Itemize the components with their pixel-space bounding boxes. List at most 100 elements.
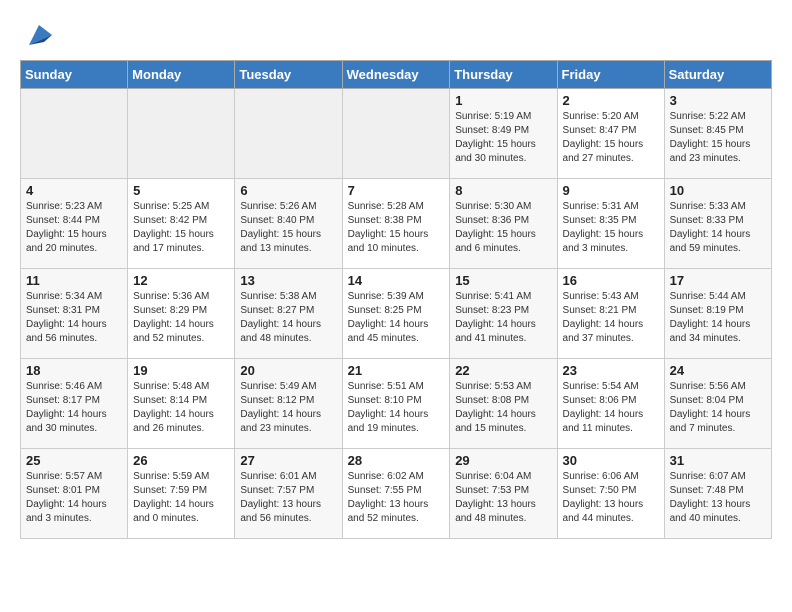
day-info: Sunrise: 5:30 AM Sunset: 8:36 PM Dayligh… xyxy=(455,200,551,256)
day-number: 3 xyxy=(670,93,766,108)
day-info: Sunrise: 5:26 AM Sunset: 8:40 PM Dayligh… xyxy=(240,200,336,256)
day-number: 24 xyxy=(670,363,766,378)
day-cell: 22Sunrise: 5:53 AM Sunset: 8:08 PM Dayli… xyxy=(450,359,557,449)
day-cell: 26 Sunrise: 5:59 AM Sunset: 7:59 PM Dayli… xyxy=(128,449,235,539)
day-number: 21 xyxy=(348,363,445,378)
day-cell: 1Sunrise: 5:19 AM Sunset: 8:49 PM Daylig… xyxy=(450,89,557,179)
day-info: Sunrise: 5:23 AM Sunset: 8:44 PM Dayligh… xyxy=(26,200,122,256)
day-number: 29 xyxy=(455,453,551,468)
day-info: Sunrise: 5:54 AM Sunset: 8:06 PM Dayligh… xyxy=(563,380,659,436)
day-number: 19 xyxy=(133,363,229,378)
day-cell: 13 Sunrise: 5:38 AM Sunset: 8:27 PM Dayli… xyxy=(235,269,342,359)
day-cell: 18Sunrise: 5:46 AM Sunset: 8:17 PM Dayli… xyxy=(21,359,128,449)
day-number: 4 xyxy=(26,183,122,198)
week-row-2: 4 Sunrise: 5:23 AM Sunset: 8:44 PM Daylig… xyxy=(21,179,772,269)
day-cell xyxy=(128,89,235,179)
day-number: 17 xyxy=(670,273,766,288)
day-cell: 9 Sunrise: 5:31 AM Sunset: 8:35 PM Daylig… xyxy=(557,179,664,269)
week-row-1: 1Sunrise: 5:19 AM Sunset: 8:49 PM Daylig… xyxy=(21,89,772,179)
day-number: 25 xyxy=(26,453,122,468)
day-cell: 6 Sunrise: 5:26 AM Sunset: 8:40 PM Daylig… xyxy=(235,179,342,269)
weekday-header-monday: Monday xyxy=(128,61,235,89)
day-cell: 24Sunrise: 5:56 AM Sunset: 8:04 PM Dayli… xyxy=(664,359,771,449)
weekday-header-thursday: Thursday xyxy=(450,61,557,89)
day-number: 27 xyxy=(240,453,336,468)
day-cell: 25 Sunrise: 5:57 AM Sunset: 8:01 PM Dayli… xyxy=(21,449,128,539)
day-cell: 12 Sunrise: 5:36 AM Sunset: 8:29 PM Dayli… xyxy=(128,269,235,359)
day-cell: 19Sunrise: 5:48 AM Sunset: 8:14 PM Dayli… xyxy=(128,359,235,449)
day-cell: 8Sunrise: 5:30 AM Sunset: 8:36 PM Daylig… xyxy=(450,179,557,269)
day-cell xyxy=(21,89,128,179)
day-number: 28 xyxy=(348,453,445,468)
day-cell: 14 Sunrise: 5:39 AM Sunset: 8:25 PM Dayli… xyxy=(342,269,450,359)
day-cell: 16 Sunrise: 5:43 AM Sunset: 8:21 PM Dayli… xyxy=(557,269,664,359)
day-info: Sunrise: 5:44 AM Sunset: 8:19 PM Dayligh… xyxy=(670,290,766,346)
day-info: Sunrise: 5:33 AM Sunset: 8:33 PM Dayligh… xyxy=(670,200,766,256)
day-number: 7 xyxy=(348,183,445,198)
day-info: Sunrise: 5:41 AM Sunset: 8:23 PM Dayligh… xyxy=(455,290,551,346)
day-info: Sunrise: 5:31 AM Sunset: 8:35 PM Dayligh… xyxy=(563,200,659,256)
day-info: Sunrise: 5:25 AM Sunset: 8:42 PM Dayligh… xyxy=(133,200,229,256)
weekday-header-wednesday: Wednesday xyxy=(342,61,450,89)
day-cell: 2 Sunrise: 5:20 AM Sunset: 8:47 PM Daylig… xyxy=(557,89,664,179)
day-number: 22 xyxy=(455,363,551,378)
day-number: 26 xyxy=(133,453,229,468)
day-number: 15 xyxy=(455,273,551,288)
day-info: Sunrise: 5:43 AM Sunset: 8:21 PM Dayligh… xyxy=(563,290,659,346)
day-info: Sunrise: 5:57 AM Sunset: 8:01 PM Dayligh… xyxy=(26,470,122,526)
day-cell: 7 Sunrise: 5:28 AM Sunset: 8:38 PM Daylig… xyxy=(342,179,450,269)
day-number: 12 xyxy=(133,273,229,288)
day-info: Sunrise: 5:49 AM Sunset: 8:12 PM Dayligh… xyxy=(240,380,336,436)
logo-icon xyxy=(24,20,54,50)
day-number: 30 xyxy=(563,453,659,468)
day-cell: 17 Sunrise: 5:44 AM Sunset: 8:19 PM Dayli… xyxy=(664,269,771,359)
week-row-4: 18Sunrise: 5:46 AM Sunset: 8:17 PM Dayli… xyxy=(21,359,772,449)
weekday-header-sunday: Sunday xyxy=(21,61,128,89)
day-info: Sunrise: 5:22 AM Sunset: 8:45 PM Dayligh… xyxy=(670,110,766,166)
day-cell: 21Sunrise: 5:51 AM Sunset: 8:10 PM Dayli… xyxy=(342,359,450,449)
weekday-header-saturday: Saturday xyxy=(664,61,771,89)
calendar-table: SundayMondayTuesdayWednesdayThursdayFrid… xyxy=(20,60,772,539)
day-info: Sunrise: 5:39 AM Sunset: 8:25 PM Dayligh… xyxy=(348,290,445,346)
day-number: 16 xyxy=(563,273,659,288)
logo xyxy=(20,20,54,50)
day-info: Sunrise: 5:20 AM Sunset: 8:47 PM Dayligh… xyxy=(563,110,659,166)
day-number: 14 xyxy=(348,273,445,288)
day-number: 5 xyxy=(133,183,229,198)
weekday-header-row: SundayMondayTuesdayWednesdayThursdayFrid… xyxy=(21,61,772,89)
day-cell xyxy=(235,89,342,179)
day-cell: 5 Sunrise: 5:25 AM Sunset: 8:42 PM Daylig… xyxy=(128,179,235,269)
day-info: Sunrise: 6:01 AM Sunset: 7:57 PM Dayligh… xyxy=(240,470,336,526)
weekday-header-friday: Friday xyxy=(557,61,664,89)
day-info: Sunrise: 5:28 AM Sunset: 8:38 PM Dayligh… xyxy=(348,200,445,256)
day-cell: 27 Sunrise: 6:01 AM Sunset: 7:57 PM Dayli… xyxy=(235,449,342,539)
day-info: Sunrise: 5:19 AM Sunset: 8:49 PM Dayligh… xyxy=(455,110,551,166)
day-number: 9 xyxy=(563,183,659,198)
day-info: Sunrise: 5:38 AM Sunset: 8:27 PM Dayligh… xyxy=(240,290,336,346)
day-info: Sunrise: 6:07 AM Sunset: 7:48 PM Dayligh… xyxy=(670,470,766,526)
day-cell: 11 Sunrise: 5:34 AM Sunset: 8:31 PM Dayli… xyxy=(21,269,128,359)
day-number: 2 xyxy=(563,93,659,108)
day-cell: 4 Sunrise: 5:23 AM Sunset: 8:44 PM Daylig… xyxy=(21,179,128,269)
week-row-3: 11 Sunrise: 5:34 AM Sunset: 8:31 PM Dayli… xyxy=(21,269,772,359)
day-cell: 20 Sunrise: 5:49 AM Sunset: 8:12 PM Dayli… xyxy=(235,359,342,449)
day-number: 13 xyxy=(240,273,336,288)
week-row-5: 25 Sunrise: 5:57 AM Sunset: 8:01 PM Dayli… xyxy=(21,449,772,539)
day-cell: 29 Sunrise: 6:04 AM Sunset: 7:53 PM Dayli… xyxy=(450,449,557,539)
day-info: Sunrise: 5:46 AM Sunset: 8:17 PM Dayligh… xyxy=(26,380,122,436)
day-number: 20 xyxy=(240,363,336,378)
day-cell: 10 Sunrise: 5:33 AM Sunset: 8:33 PM Dayli… xyxy=(664,179,771,269)
day-number: 23 xyxy=(563,363,659,378)
day-info: Sunrise: 6:06 AM Sunset: 7:50 PM Dayligh… xyxy=(563,470,659,526)
day-info: Sunrise: 5:36 AM Sunset: 8:29 PM Dayligh… xyxy=(133,290,229,346)
day-number: 10 xyxy=(670,183,766,198)
day-number: 6 xyxy=(240,183,336,198)
day-info: Sunrise: 5:34 AM Sunset: 8:31 PM Dayligh… xyxy=(26,290,122,346)
day-info: Sunrise: 5:59 AM Sunset: 7:59 PM Dayligh… xyxy=(133,470,229,526)
day-info: Sunrise: 6:04 AM Sunset: 7:53 PM Dayligh… xyxy=(455,470,551,526)
day-info: Sunrise: 6:02 AM Sunset: 7:55 PM Dayligh… xyxy=(348,470,445,526)
day-cell: 28 Sunrise: 6:02 AM Sunset: 7:55 PM Dayli… xyxy=(342,449,450,539)
day-number: 11 xyxy=(26,273,122,288)
weekday-header-tuesday: Tuesday xyxy=(235,61,342,89)
day-cell: 23 Sunrise: 5:54 AM Sunset: 8:06 PM Dayli… xyxy=(557,359,664,449)
